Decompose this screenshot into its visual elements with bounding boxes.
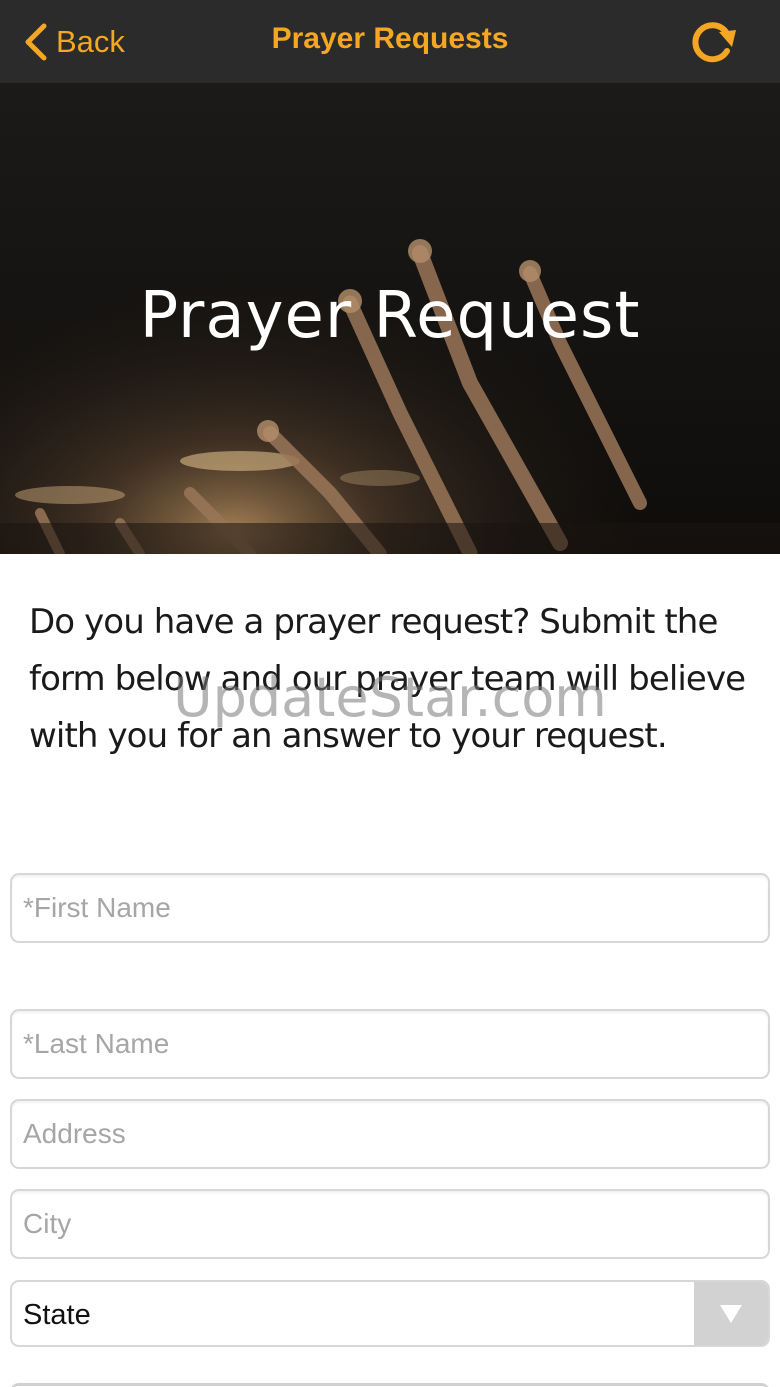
state-select[interactable]: State xyxy=(10,1280,770,1347)
intro-text: Do you have a prayer request? Submit the… xyxy=(29,602,746,756)
hero-title: Prayer Request xyxy=(139,279,641,353)
state-select-value: State xyxy=(23,1299,91,1331)
triangle-down-icon xyxy=(720,1304,742,1323)
refresh-icon xyxy=(692,22,736,63)
first-name-input[interactable] xyxy=(12,875,768,941)
first-name-field-box xyxy=(10,873,770,943)
last-name-field-box xyxy=(10,1009,770,1079)
hero-banner: Prayer Request xyxy=(0,83,780,554)
address-input[interactable] xyxy=(12,1101,768,1167)
back-button[interactable]: Back xyxy=(22,20,125,64)
state-select-arrow[interactable] xyxy=(694,1282,768,1345)
chevron-left-icon xyxy=(25,23,47,61)
nav-bar: Back Prayer Requests xyxy=(0,0,780,83)
next-field-edge xyxy=(10,1383,770,1387)
last-name-input[interactable] xyxy=(12,1011,768,1077)
city-input[interactable] xyxy=(12,1191,768,1257)
address-field-box xyxy=(10,1099,770,1169)
city-field-box xyxy=(10,1189,770,1259)
back-button-label: Back xyxy=(56,24,125,59)
refresh-button[interactable] xyxy=(686,18,740,66)
